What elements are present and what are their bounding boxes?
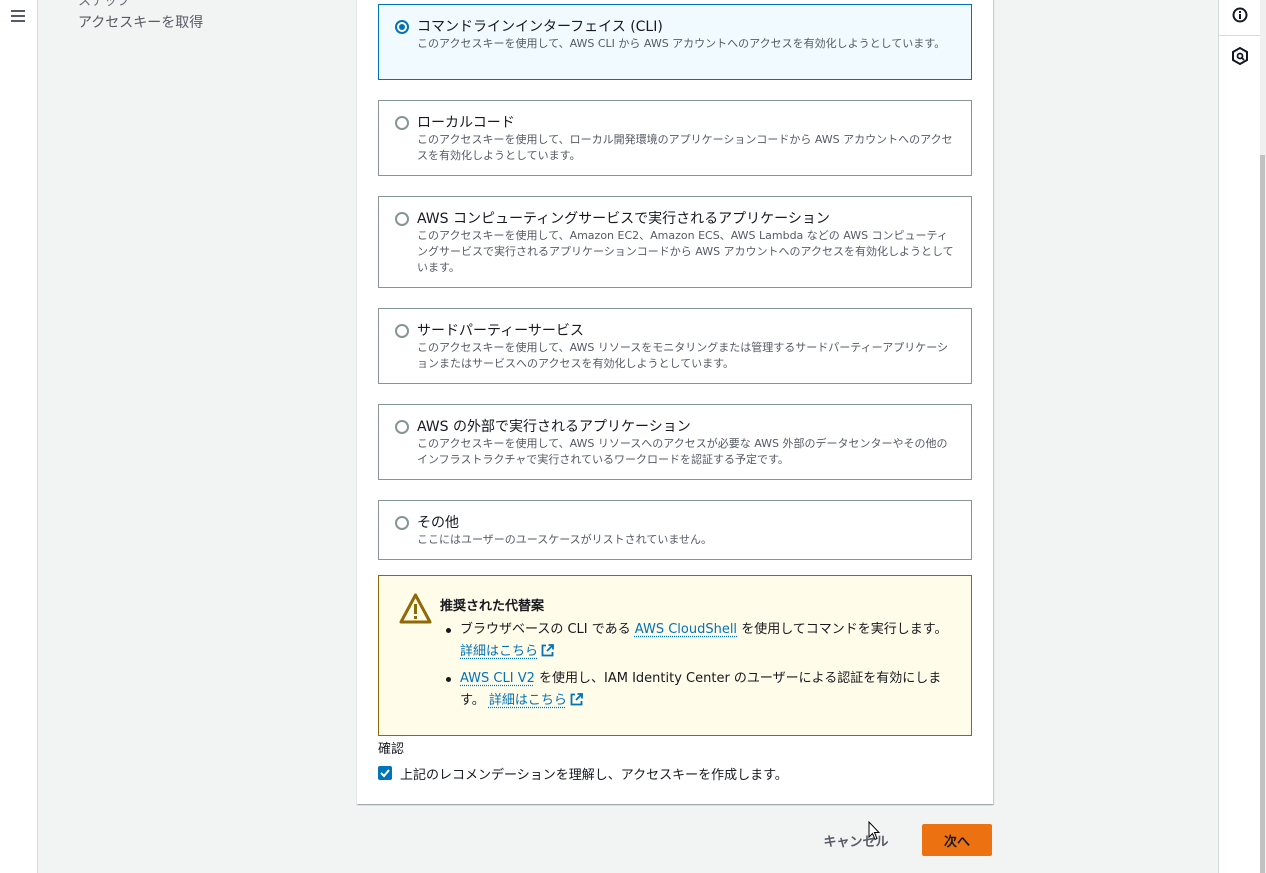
step-prev: ステップ [78,0,131,9]
option-title: コマンドラインインターフェイス (CLI) [417,19,663,35]
option-third-party[interactable]: サードパーティーサービス このアクセスキーを使用して、AWS リソースをモニタリ… [378,308,972,384]
option-outside-aws[interactable]: AWS の外部で実行されるアプリケーション このアクセスキーを使用して、AWS … [378,404,972,480]
divider [1219,35,1261,36]
option-aws-compute[interactable]: AWS コンピューティングサービスで実行されるアプリケーション このアクセスキー… [378,196,972,288]
radio-button[interactable] [395,212,409,226]
warning-icon [399,593,432,624]
scrollbar[interactable] [1260,0,1266,873]
option-description: このアクセスキーを使用して、AWS リソースへのアクセスが必要な AWS 外部の… [417,437,948,466]
cancel-button[interactable]: キャンセル [808,824,904,856]
option-title: サードパーティーサービス [417,323,584,339]
radio-button[interactable] [395,116,409,130]
option-cli[interactable]: コマンドラインインターフェイス (CLI) このアクセスキーを使用して、AWS … [378,4,972,80]
option-other[interactable]: その他 ここにはユーザーのユースケースがリストされていません。 [378,500,972,560]
radio-button[interactable] [395,420,409,434]
learn-more-link[interactable]: 詳細はこちら [460,644,554,659]
use-case-panel: コマンドラインインターフェイス (CLI) このアクセスキーを使用して、AWS … [357,0,993,804]
aws-cli-v2-link[interactable]: AWS CLI V2 [460,671,535,686]
learn-more-link[interactable]: 詳細はこちら [489,693,583,708]
confirm-label: 確認 [378,742,405,757]
option-title: AWS コンピューティングサービスで実行されるアプリケーション [417,211,830,227]
alternatives-alert: 推奨された代替案 ブラウザベースの CLI である AWS CloudShell… [378,575,972,736]
option-title: ローカルコード [417,115,515,131]
external-link-icon [541,644,554,657]
steps-sidebar: ステップ アクセスキーを取得 [39,0,358,873]
radio-button[interactable] [395,324,409,338]
option-local-code[interactable]: ローカルコード このアクセスキーを使用して、ローカル開発環境のアプリケーションコ… [378,100,972,176]
option-description: ここにはユーザーのユースケースがリストされていません。 [417,533,713,546]
scrollbar-thumb[interactable] [1260,155,1265,873]
item-text: ブラウザベースの CLI である [460,622,635,637]
radio-button[interactable] [395,516,409,530]
next-button[interactable]: 次へ [922,824,992,856]
confirm-checkbox[interactable] [378,766,392,780]
checkmark-icon [380,769,390,778]
right-tools-rail [1218,0,1261,873]
confirm-checkbox-label[interactable]: 上記のレコメンデーションを理解し、アクセスキーを作成します。 [400,764,788,783]
security-hexagon-icon[interactable] [1232,47,1248,65]
option-description: このアクセスキーを使用して、AWS CLI から AWS アカウントへのアクセス… [417,37,946,50]
info-icon[interactable] [1232,7,1248,23]
learn-more-label: 詳細はこちら [488,693,567,708]
left-nav-rail [0,0,38,873]
list-item: AWS CLI V2 を使用し、IAM Identity Center のユーザ… [443,668,953,712]
menu-icon[interactable] [11,10,25,22]
cloudshell-link[interactable]: AWS CloudShell [635,622,737,637]
list-item: ブラウザベースの CLI である AWS CloudShell を使用してコマン… [443,619,953,663]
option-description: このアクセスキーを使用して、ローカル開発環境のアプリケーションコードから AWS… [417,133,953,162]
alert-title: 推奨された代替案 [440,599,545,614]
external-link-icon [570,693,583,706]
step-current: アクセスキーを取得 [78,15,204,31]
radio-button[interactable] [395,20,409,34]
learn-more-label: 詳細はこちら [460,644,539,659]
option-title: AWS の外部で実行されるアプリケーション [417,419,691,435]
option-description: このアクセスキーを使用して、AWS リソースをモニタリングまたは管理するサードパ… [417,341,948,370]
option-title: その他 [417,515,459,531]
alert-list: ブラウザベースの CLI である AWS CloudShell を使用してコマン… [443,619,953,717]
item-text: を使用してコマンドを実行します。 [737,622,948,637]
mouse-cursor-icon [868,821,880,841]
option-description: このアクセスキーを使用して、Amazon EC2、Amazon ECS、AWS … [417,229,954,274]
